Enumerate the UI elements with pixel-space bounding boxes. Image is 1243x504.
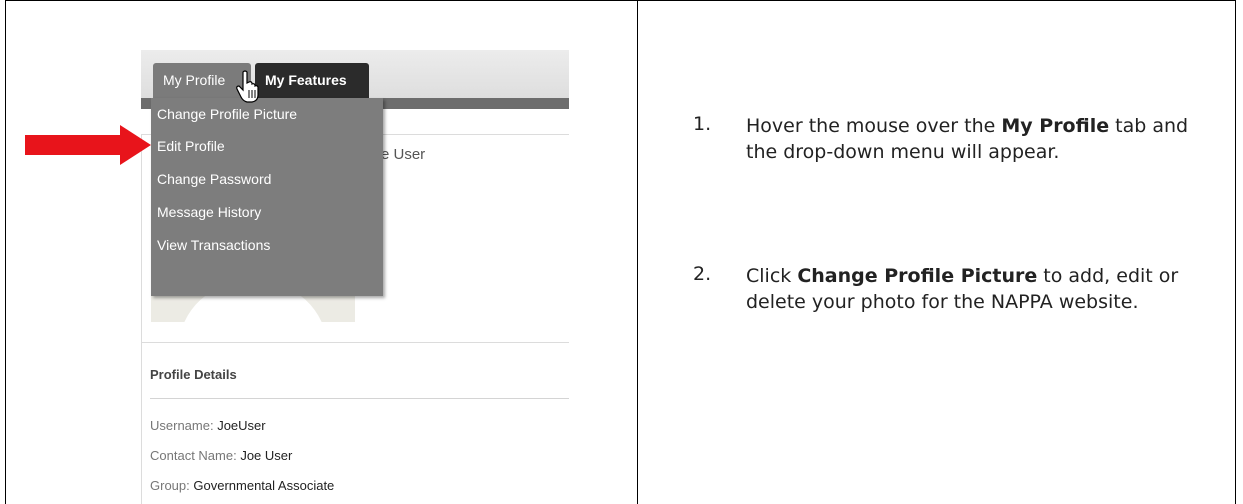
step-number: 1. bbox=[693, 113, 712, 135]
details-title: Profile Details bbox=[150, 367, 237, 382]
step-text: Hover the mouse over the My Profile tab … bbox=[746, 113, 1216, 165]
detail-value: Joe User bbox=[240, 448, 293, 463]
screenshot-panel: My Profile My Features e User Profile De… bbox=[141, 50, 569, 504]
detail-value: Governmental Associate bbox=[193, 478, 335, 493]
menu-item-edit-profile[interactable]: Edit Profile bbox=[151, 130, 383, 162]
profile-details: Profile Details Username: JoeUser Contac… bbox=[141, 342, 569, 504]
detail-username: Username: JoeUser bbox=[150, 418, 266, 433]
detail-label: Username: bbox=[150, 418, 214, 433]
menu-item-view-transactions[interactable]: View Transactions bbox=[151, 229, 383, 261]
menu-item-change-profile-picture[interactable]: Change Profile Picture bbox=[151, 98, 383, 130]
detail-group: Group: Governmental Associate bbox=[150, 478, 334, 493]
detail-label: Group: bbox=[150, 478, 190, 493]
red-arrow-icon bbox=[25, 125, 151, 165]
menu-item-change-password[interactable]: Change Password bbox=[151, 163, 383, 195]
step-text-bold: Change Profile Picture bbox=[797, 265, 1038, 287]
detail-value: JoeUser bbox=[217, 418, 266, 433]
profile-name-fragment: e User bbox=[381, 146, 426, 163]
column-divider bbox=[637, 0, 638, 504]
detail-label: Contact Name: bbox=[150, 448, 237, 463]
tab-my-features[interactable]: My Features bbox=[255, 63, 369, 98]
step-text-part: Hover the mouse over the bbox=[746, 115, 1002, 137]
step-text-bold: My Profile bbox=[1001, 115, 1110, 137]
step-text-part: Click bbox=[746, 265, 798, 287]
profile-dropdown-menu: Change Profile Picture Edit Profile Chan… bbox=[151, 98, 383, 296]
step-text: Click Change Profile Picture to add, edi… bbox=[746, 263, 1216, 315]
hand-cursor-icon bbox=[236, 70, 259, 103]
step-number: 2. bbox=[693, 263, 712, 285]
details-divider bbox=[150, 398, 569, 399]
menu-item-message-history[interactable]: Message History bbox=[151, 196, 383, 228]
detail-contact-name: Contact Name: Joe User bbox=[150, 448, 292, 463]
